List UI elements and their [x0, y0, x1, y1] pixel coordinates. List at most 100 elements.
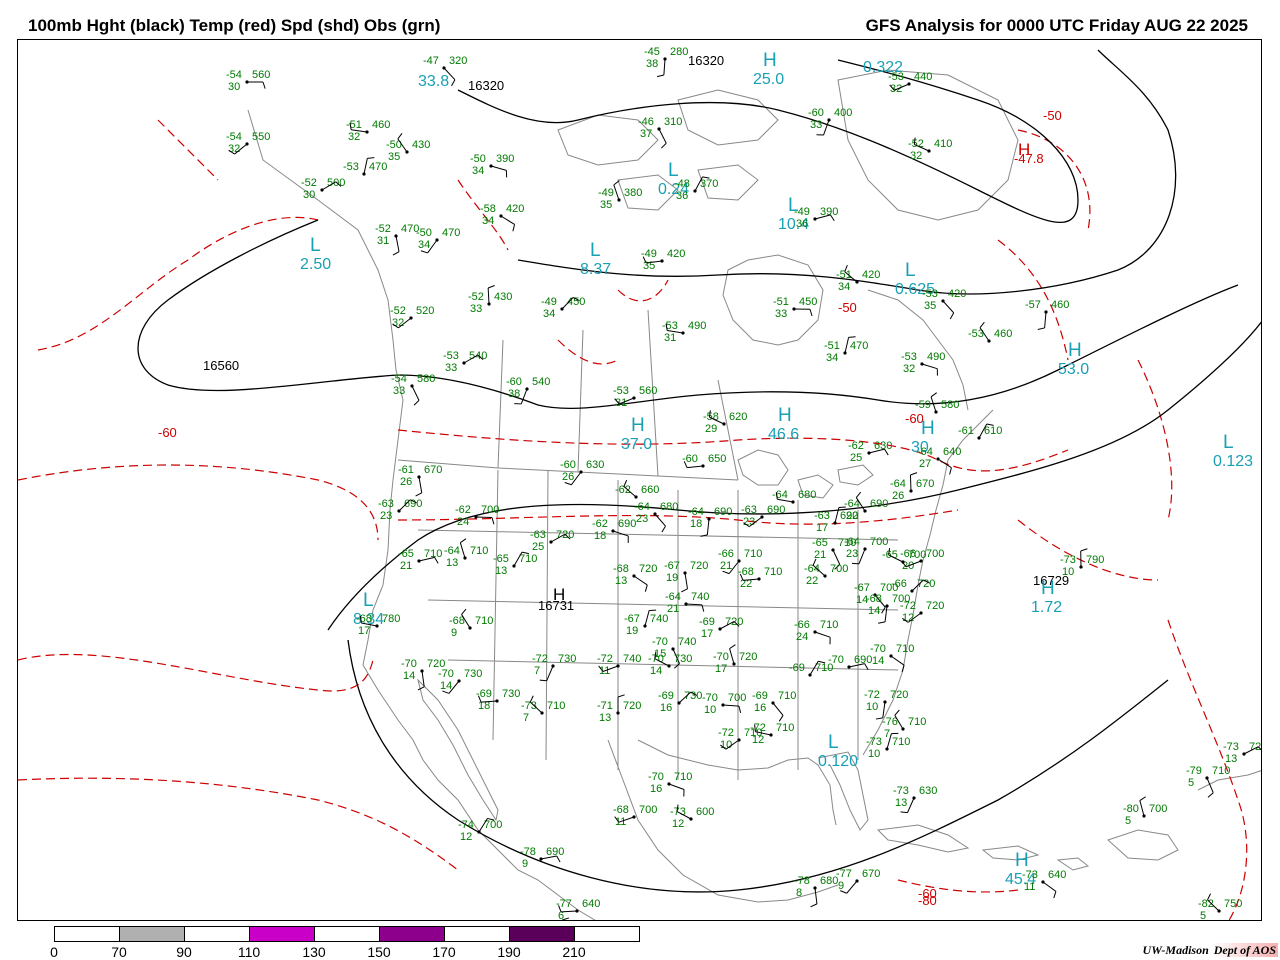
wind-barb-flag: [900, 811, 908, 814]
station-temp: -67: [624, 613, 640, 625]
station-height: 710: [674, 771, 692, 783]
station-obs: -53 540 33: [443, 350, 487, 374]
station-height: 520: [416, 305, 434, 317]
station-obs: -62 700 24: [455, 504, 499, 528]
station-height: 690: [618, 518, 636, 530]
station-temp: -54: [391, 373, 407, 385]
station-temp: -64: [844, 536, 860, 548]
station-dewpoint: 7: [523, 712, 529, 724]
station-obs: -72 730 7: [532, 653, 576, 682]
speed-center-type: H: [921, 418, 935, 439]
station-dewpoint: 5: [1125, 815, 1131, 827]
station-temp: -53: [613, 385, 629, 397]
station-obs: -68 71022: [738, 566, 782, 590]
colorbar-tick-label: 90: [176, 944, 192, 960]
station-height: 730: [464, 668, 482, 680]
station-temp: -70: [438, 668, 454, 680]
station-temp: -51: [773, 296, 789, 308]
speed-center-value: 0.120: [818, 753, 858, 770]
high-center-mark: H: [1018, 140, 1030, 159]
station-dewpoint: 24: [796, 631, 808, 643]
station-height: 680: [660, 501, 678, 513]
station-obs: -80 700 5: [1123, 796, 1167, 827]
station-dewpoint: 33: [775, 308, 787, 320]
wind-barb-flag: [778, 715, 784, 722]
station-temp: -45: [644, 46, 660, 58]
station-dewpoint: 14: [650, 665, 662, 677]
height-contour-label: 16560: [203, 358, 239, 373]
station-height: 490: [927, 351, 945, 363]
station-dewpoint: 24: [457, 516, 469, 528]
station-obs: -64 690 18: [688, 506, 732, 537]
station-temp: -70: [648, 771, 664, 783]
station-temp: -64: [444, 545, 460, 557]
station-height: 700: [481, 504, 499, 516]
station-temp: -53: [662, 320, 678, 332]
station-dewpoint: 13: [495, 565, 507, 577]
station-temp: -53: [922, 288, 938, 300]
wind-barb-flag: [1139, 796, 1147, 801]
station-obs: -72 72012: [900, 600, 944, 624]
wind-barb-flag: [512, 224, 516, 232]
station-height: 450: [567, 296, 585, 308]
wind-barb: [490, 165, 507, 171]
wind-barb-flag: [417, 686, 425, 691]
wind-barb: [633, 575, 648, 586]
wind-barb-flag: [413, 400, 420, 406]
wind-barb-flag: [810, 903, 818, 908]
station-height: 460: [372, 119, 390, 131]
station-height: 470: [442, 227, 460, 239]
station-obs: -62 690 18: [592, 518, 636, 543]
station-height: 710: [475, 615, 493, 627]
station-dewpoint: 11: [1024, 881, 1035, 893]
station-temp: -73: [1223, 741, 1239, 753]
speed-center-value: 37.0: [621, 436, 652, 453]
wind-barb-flag: [262, 81, 266, 89]
station-obs: -78 6909: [520, 846, 564, 870]
wind-barb-flag: [949, 467, 952, 475]
station-dewpoint: 21: [667, 603, 679, 615]
station-obs: -71 720 13: [597, 694, 641, 724]
speed-center-type: L: [363, 590, 374, 611]
station-height: 630: [874, 440, 892, 452]
wind-barb-flag: [979, 321, 985, 329]
wind-barb: [858, 548, 866, 565]
station-dewpoint: 9: [522, 858, 528, 870]
station-dewpoint: 35: [600, 199, 612, 211]
station-height: 430: [412, 139, 430, 151]
station-temp: -80: [1123, 803, 1139, 815]
wind-barb: [613, 184, 620, 201]
station-height: 720: [1249, 741, 1262, 753]
station-dewpoint: 33: [393, 385, 405, 397]
station-temp: -69: [658, 690, 674, 702]
station-height: 420: [506, 203, 524, 215]
station-dewpoint: 10: [866, 701, 878, 713]
station-height: 560: [639, 385, 657, 397]
station-dewpoint: 13: [446, 557, 458, 569]
wind-barb: [411, 385, 420, 401]
station-obs: -54 55032: [226, 131, 270, 155]
station-obs: -72 74011: [597, 653, 641, 677]
station-height: 720: [639, 563, 657, 575]
station-height: 670: [424, 464, 442, 476]
station-temp: -61: [958, 425, 974, 437]
station-temp: -76: [882, 716, 898, 728]
station-height: 710: [744, 548, 762, 560]
wind-barb: [729, 648, 735, 665]
wind-barb: [459, 542, 466, 559]
station-height: 720: [690, 560, 708, 572]
wind-barb-flag: [644, 584, 648, 592]
station-height: 710: [820, 619, 838, 631]
credit-line: UW-Madison Dept of AOS: [1143, 943, 1278, 958]
station-temp: -65: [882, 549, 898, 561]
station-temp: -66: [718, 548, 734, 560]
wind-barb-flag: [1207, 792, 1214, 798]
station-height: 640: [582, 898, 600, 910]
colorbar-tick-label: 110: [237, 944, 261, 960]
station-obs: -61 610: [958, 423, 1002, 440]
station-obs: -62 660: [615, 479, 659, 499]
station-dewpoint: 23: [380, 510, 392, 522]
station-dewpoint: 12: [460, 831, 472, 843]
station-dewpoint: 26: [400, 476, 412, 488]
speed-center-value: 46.6: [768, 426, 799, 443]
